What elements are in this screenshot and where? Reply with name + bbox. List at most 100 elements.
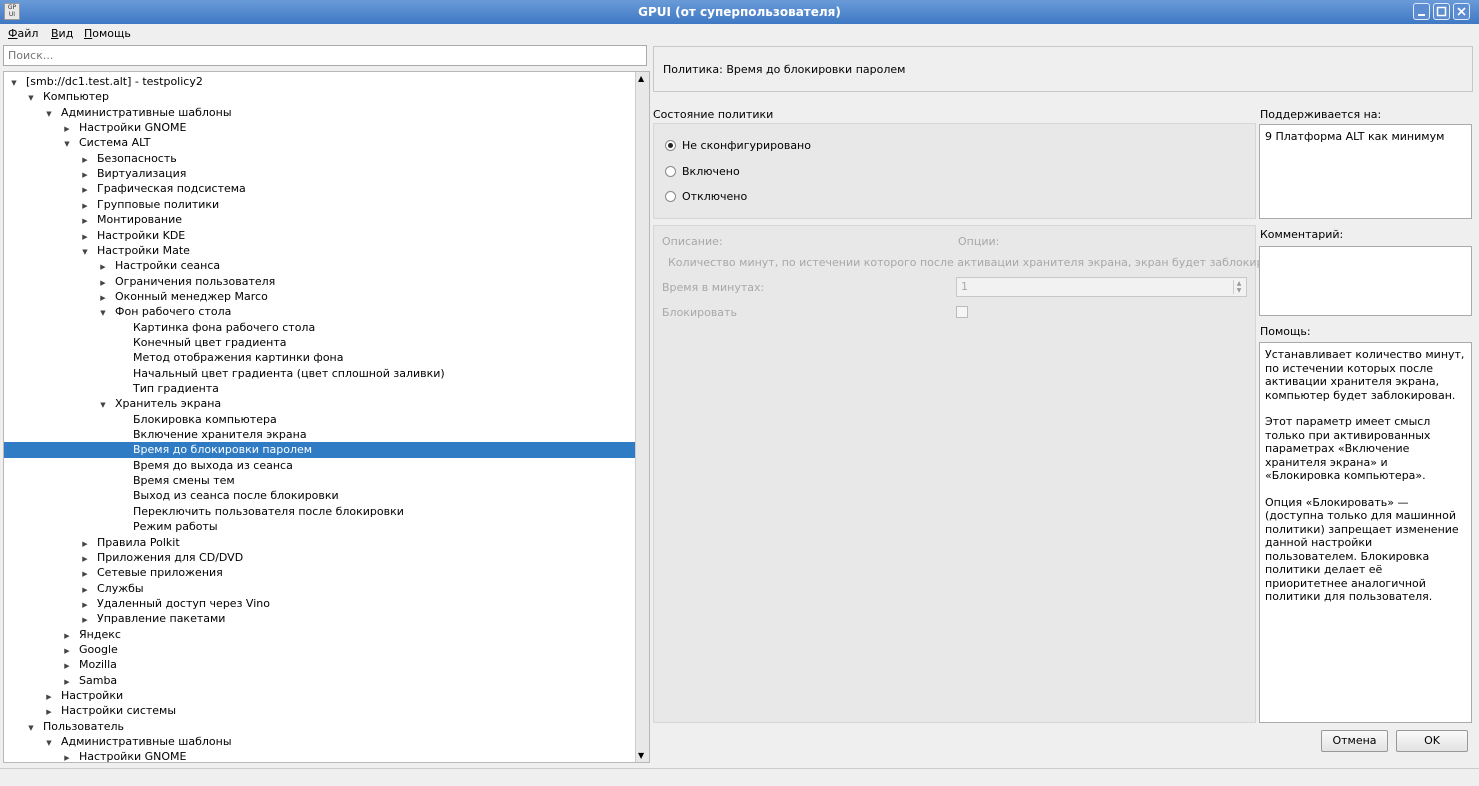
radio-unchecked-icon: [665, 166, 676, 177]
tree-item-label: Время до выхода из сеанса: [133, 458, 293, 472]
spin-arrows-icon[interactable]: ▲ ▼: [1233, 280, 1244, 294]
radio-label: Отключено: [682, 190, 748, 203]
tree-item-label: Настройки KDE: [97, 228, 186, 242]
tree-item[interactable]: ▶ Виртуализация: [4, 166, 636, 181]
tree-item-label: Управление пакетами: [97, 612, 226, 626]
tree-item-label: Время смены тем: [133, 474, 235, 488]
tree-item-label: [smb://dc1.test.alt] - testpolicy2: [26, 75, 203, 88]
tree-item[interactable]: Включение хранителя экрана: [4, 427, 636, 442]
tree-item[interactable]: ▶ Групповые политики: [4, 197, 636, 212]
tree-item-label: Выход из сеанса после блокировки: [133, 489, 339, 503]
tree-item[interactable]: Картинка фона рабочего стола: [4, 320, 636, 335]
tree-item[interactable]: ▶ Монтирование: [4, 212, 636, 227]
tree-item[interactable]: ▶ Оконный менеджер Marco: [4, 289, 636, 304]
tree-item[interactable]: ▼ Хранитель экрана: [4, 396, 636, 411]
maximize-button[interactable]: [1433, 3, 1450, 20]
tree-item-label: Удаленный доступ через Vino: [97, 596, 270, 610]
tree-item[interactable]: Время смены тем: [4, 473, 636, 488]
tree-item[interactable]: ▶ Безопасность: [4, 151, 636, 166]
tree-item[interactable]: ▼ Пользователь: [4, 719, 636, 734]
tree-item-label: Система ALT: [79, 136, 151, 150]
tree-item-label: Настройки GNOME: [79, 121, 187, 135]
tree-item[interactable]: ▶ Правила Polkit: [4, 535, 636, 550]
tree-item[interactable]: Метод отображения картинки фона: [4, 350, 636, 365]
tree-item[interactable]: ▶ Удаленный доступ через Vino: [4, 596, 636, 611]
tree-item[interactable]: ▶ Графическая подсистема: [4, 181, 636, 196]
close-button[interactable]: [1453, 3, 1470, 20]
tree-item[interactable]: Тип градиента: [4, 381, 636, 396]
tree-item[interactable]: ▼ [smb://dc1.test.alt] - testpolicy2: [4, 74, 636, 89]
tree-item[interactable]: ▶ Настройки системы: [4, 703, 636, 718]
tree-item-label: Время до блокировки паролем: [133, 443, 313, 457]
cancel-button[interactable]: Отмена: [1321, 730, 1388, 752]
tree-item-label: Google: [79, 642, 118, 656]
minutes-spinbox[interactable]: 1 ▲ ▼: [956, 277, 1247, 297]
ok-button[interactable]: OK: [1396, 730, 1468, 752]
lock-checkbox[interactable]: [956, 306, 968, 318]
tree-item[interactable]: ▼ Компьютер: [4, 89, 636, 104]
tree-item[interactable]: ▶ Настройки сеанса: [4, 258, 636, 273]
tree-item[interactable]: Выход из сеанса после блокировки: [4, 488, 636, 503]
tree-item[interactable]: ▶ Управление пакетами: [4, 611, 636, 626]
help-label: Помощь:: [1260, 325, 1311, 338]
tree-item[interactable]: ▶ Настройки KDE: [4, 228, 636, 243]
tree-item[interactable]: ▶ Приложения для CD/DVD: [4, 550, 636, 565]
radio-enabled[interactable]: Включено: [665, 164, 740, 180]
radio-unchecked-icon: [665, 191, 676, 202]
tree-item-label: Картинка фона рабочего стола: [133, 320, 316, 334]
tree-item[interactable]: ▼ Настройки Mate: [4, 243, 636, 258]
tree-item-label: Режим работы: [133, 520, 218, 534]
tree-item-label: Настройки Mate: [97, 243, 190, 257]
tree-item[interactable]: ▶ Яндекс: [4, 627, 636, 642]
tree-item[interactable]: ▶ Сетевые приложения: [4, 565, 636, 580]
scroll-up-icon[interactable]: ▲: [638, 74, 644, 83]
tree-item[interactable]: ▶ Настройки GNOME: [4, 120, 636, 135]
menu-view[interactable]: Вид: [51, 27, 73, 40]
menu-help[interactable]: Помощь: [84, 27, 131, 40]
minimize-button[interactable]: [1413, 3, 1430, 20]
cancel-label: Отмена: [1332, 734, 1377, 747]
ok-label: OK: [1424, 734, 1440, 747]
tree-item[interactable]: ▼ Фон рабочего стола: [4, 304, 636, 319]
tree-item[interactable]: Конечный цвет градиента: [4, 335, 636, 350]
scroll-down-icon[interactable]: ▼: [638, 751, 644, 760]
policy-state-label: Состояние политики: [653, 108, 774, 121]
tree-item[interactable]: Время до блокировки паролем: [4, 442, 636, 458]
tree-item[interactable]: ▶ Ограничения пользователя: [4, 274, 636, 289]
tree-item[interactable]: ▶ Samba: [4, 673, 636, 688]
tree-item[interactable]: ▶ Настройки GNOME: [4, 749, 636, 762]
comment-label: Комментарий:: [1260, 228, 1344, 241]
help-paragraph: Опция «Блокировать» — (доступна только д…: [1265, 495, 1459, 604]
help-paragraph: Этот параметр имеет смысл только при акт…: [1265, 415, 1431, 482]
tree-item-label: Конечный цвет градиента: [133, 335, 287, 349]
tree-item[interactable]: ▶ Настройки: [4, 688, 636, 703]
expand-right-icon[interactable]: ▶: [61, 751, 73, 762]
tree-item[interactable]: ▼ Система ALT: [4, 135, 636, 150]
tree-item[interactable]: Блокировка компьютера: [4, 412, 636, 427]
tree-item[interactable]: ▶ Службы: [4, 581, 636, 596]
maximize-icon: [1436, 6, 1447, 17]
comment-field[interactable]: [1259, 246, 1472, 316]
tree-scrollbar[interactable]: ▲ ▼: [635, 72, 649, 762]
tree-item[interactable]: Режим работы: [4, 519, 636, 534]
tree-item-label: Хранитель экрана: [115, 397, 222, 411]
tree-item-label: Фон рабочего стола: [115, 305, 232, 319]
tree-item[interactable]: Начальный цвет градиента (цвет сплошной …: [4, 366, 636, 381]
tree-item-label: Приложения для CD/DVD: [97, 550, 244, 564]
policy-title-panel: Политика: Время до блокировки паролем: [653, 46, 1473, 92]
tree-item[interactable]: Время до выхода из сеанса: [4, 458, 636, 473]
tree-item[interactable]: ▶ Mozilla: [4, 657, 636, 672]
radio-disabled[interactable]: Отключено: [665, 189, 747, 205]
tree-item[interactable]: ▶ Google: [4, 642, 636, 657]
tree-item[interactable]: ▼ Административные шаблоны: [4, 734, 636, 749]
menu-file[interactable]: Файл: [8, 27, 38, 40]
radio-not-configured[interactable]: Не сконфигурировано: [665, 138, 811, 154]
policy-tree[interactable]: ▼ [smb://dc1.test.alt] - testpolicy2 ▼ Комп…: [3, 71, 650, 763]
policy-state-group: Не сконфигурировано Включено Отключено: [653, 123, 1256, 219]
search-input[interactable]: [3, 45, 647, 66]
tree-item[interactable]: Переключить пользователя после блокировк…: [4, 504, 636, 519]
status-bar: [0, 768, 1479, 786]
tree-item-label: Пользователь: [43, 719, 125, 733]
lock-label: Блокировать: [662, 306, 737, 319]
tree-item[interactable]: ▼ Административные шаблоны: [4, 105, 636, 120]
